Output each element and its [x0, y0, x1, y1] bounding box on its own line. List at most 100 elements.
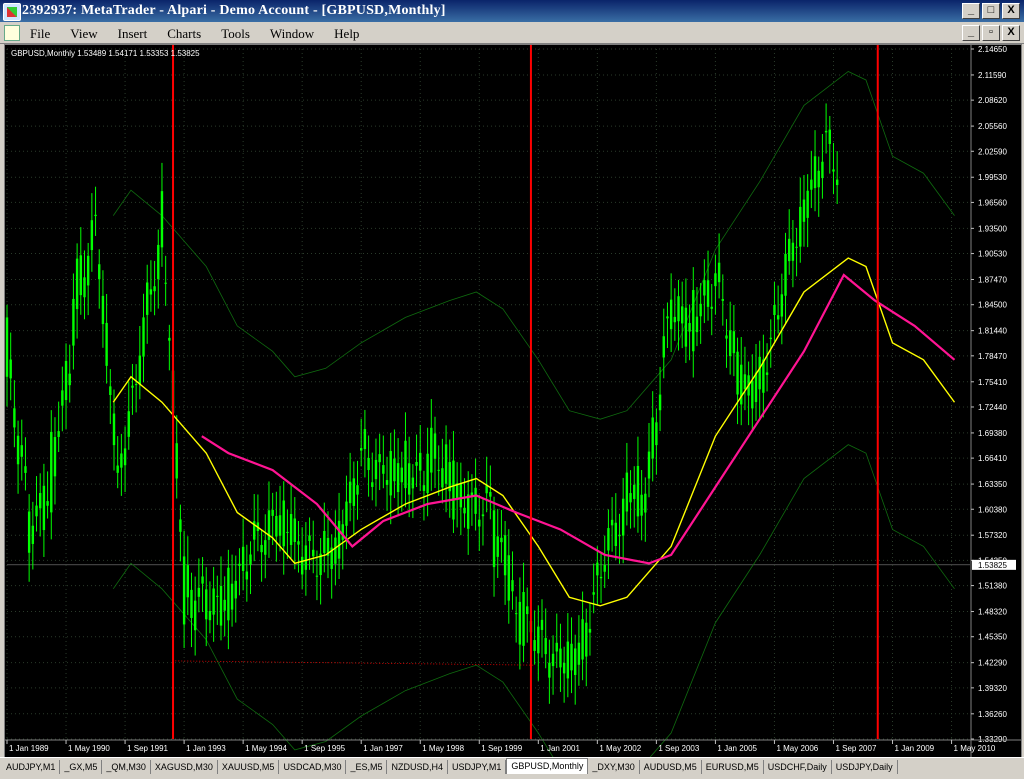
maximize-button[interactable]: □: [982, 3, 1000, 19]
menu-view[interactable]: View: [70, 26, 97, 42]
candle-body: [596, 562, 599, 576]
candle-body: [35, 505, 38, 517]
close-button[interactable]: X: [1002, 3, 1020, 19]
chart-tab[interactable]: AUDUSD,M5: [639, 760, 702, 774]
ma-magenta-line[interactable]: [201, 273, 956, 565]
price-tick-label: 2.02590: [978, 147, 1007, 156]
candle-body: [153, 286, 156, 292]
candle-body: [636, 465, 640, 517]
candle-body: [526, 606, 529, 615]
candle-body: [345, 501, 348, 526]
candle-body: [57, 431, 60, 437]
candle-body: [441, 468, 444, 488]
candle-body: [286, 531, 289, 533]
candle-body: [699, 303, 702, 317]
mdi-minimize-button[interactable]: _: [962, 25, 980, 41]
candle-body: [644, 493, 647, 513]
menu-window[interactable]: Window: [270, 26, 314, 42]
horizontal-trendline[interactable]: [175, 660, 534, 666]
chart-tab[interactable]: _QM,M30: [102, 760, 151, 774]
price-tick-label: 1.90530: [978, 250, 1007, 259]
candle-body: [68, 373, 71, 386]
candle-body: [717, 262, 721, 283]
chart-tab[interactable]: USDJPY,Daily: [831, 760, 898, 774]
candle-body: [544, 638, 547, 655]
candle-body: [492, 510, 496, 568]
candle-body: [86, 255, 90, 286]
candle-body: [817, 170, 820, 188]
chart-tab[interactable]: _GX,M5: [60, 760, 103, 774]
price-tick-label: 1.66410: [978, 454, 1007, 463]
chart-tab[interactable]: EURUSD,M5: [701, 760, 764, 774]
candle-body: [751, 380, 754, 409]
price-tick-label: 1.36260: [978, 710, 1007, 719]
menu-file[interactable]: File: [30, 26, 50, 42]
candle-body: [666, 316, 669, 319]
candle-body: [459, 483, 463, 508]
menu-bar: File View Insert Charts Tools Window Hel…: [0, 22, 1024, 44]
price-tick-label: 1.63350: [978, 480, 1007, 489]
candle-body: [337, 520, 341, 559]
mdi-close-button[interactable]: X: [1002, 25, 1020, 41]
minimize-button[interactable]: _: [962, 3, 980, 19]
candle-body: [647, 451, 651, 479]
candle-body: [452, 460, 455, 520]
candle-body: [832, 169, 835, 172]
candle-body: [219, 585, 223, 626]
candle-body: [610, 519, 614, 526]
chart-tab[interactable]: NZDUSD,H4: [387, 760, 448, 774]
candle-body: [478, 519, 481, 527]
candle-body: [835, 179, 839, 186]
candle-body: [50, 431, 53, 513]
candle-body: [824, 130, 828, 133]
chart-tab[interactable]: _DXY,M30: [588, 760, 640, 774]
time-tick-label: 1 Sep 2003: [658, 744, 699, 753]
candle-body: [212, 588, 215, 615]
candle-body: [175, 443, 178, 479]
candle-body: [799, 206, 802, 247]
mdi-restore-button[interactable]: ▫: [982, 25, 1000, 41]
chart-tab[interactable]: XAGUSD,M30: [150, 760, 218, 774]
candle-body: [411, 477, 415, 489]
candle-body: [721, 299, 724, 301]
candle-body: [614, 522, 617, 547]
candle-body: [618, 534, 621, 537]
candle-body: [522, 592, 525, 646]
chart-tab[interactable]: XAUUSD,M5: [217, 760, 280, 774]
menu-insert[interactable]: Insert: [118, 26, 148, 42]
candle-body: [149, 289, 153, 295]
candle-body: [655, 422, 658, 446]
candle-body: [559, 648, 562, 668]
candles-group: [5, 103, 839, 705]
candle-body: [271, 509, 274, 516]
candle-body: [275, 515, 278, 537]
chart-window-icon[interactable]: [4, 25, 20, 41]
candle-body: [581, 619, 584, 660]
candle-body: [773, 305, 776, 316]
chart-window[interactable]: 2.14650 2.11590 2.08620 2.05560 2.02590 1.995…: [4, 44, 1022, 758]
candle-body: [182, 556, 186, 625]
candle-body: [245, 571, 249, 580]
window-title: 2392937: MetaTrader - Alpari - Demo Acco…: [22, 3, 446, 18]
time-tick-label: 1 May 1998: [422, 744, 464, 753]
chart-tab[interactable]: USDCHF,Daily: [763, 760, 832, 774]
chart-tab[interactable]: AUDJPY,M1: [2, 760, 61, 774]
chart-tabs-bar: AUDJPY,M1 _GX,M5 _QM,M30 XAGUSD,M30 XAUUSD,M…: [0, 757, 1024, 779]
chart-tab[interactable]: USDCAD,M30: [279, 760, 347, 774]
time-tick-label: 1 May 1994: [245, 744, 287, 753]
candle-body: [282, 500, 285, 547]
candle-body: [9, 359, 12, 379]
candle-body: [42, 485, 46, 531]
price-tick-label: 2.11590: [978, 71, 1007, 80]
menu-charts[interactable]: Charts: [167, 26, 201, 42]
time-tick-label: 1 Jan 2009: [895, 744, 935, 753]
chart-tab[interactable]: _ES,M5: [346, 760, 388, 774]
menu-help[interactable]: Help: [334, 26, 359, 42]
price-chart[interactable]: 2.14650 2.11590 2.08620 2.05560 2.02590 1.995…: [5, 45, 1021, 757]
candle-body: [728, 330, 732, 357]
chart-tab[interactable]: USDJPY,M1: [447, 760, 507, 774]
chart-tab[interactable]: GBPUSD,Monthly: [506, 758, 589, 774]
price-tick-label: 1.42290: [978, 659, 1007, 668]
candle-body: [621, 498, 625, 536]
menu-tools[interactable]: Tools: [221, 26, 250, 42]
